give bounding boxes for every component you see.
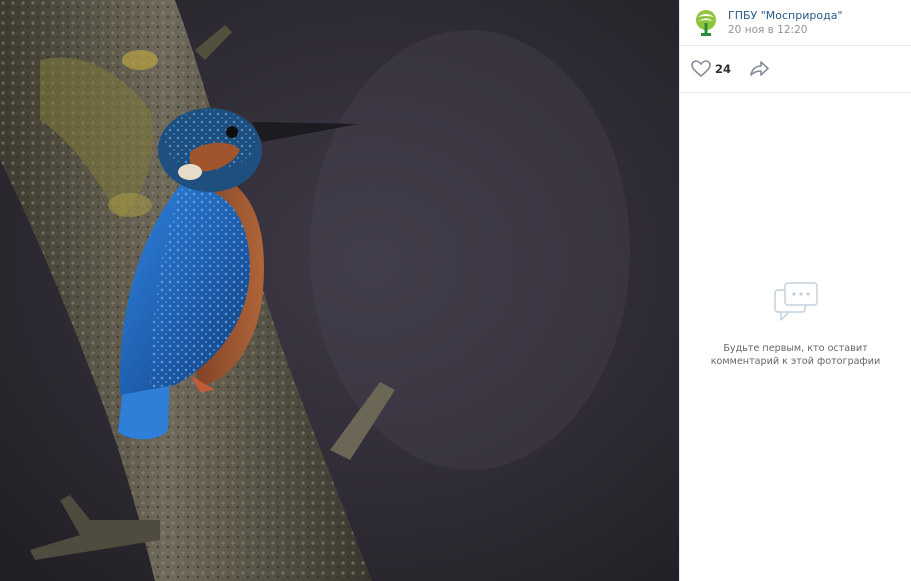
post-author-block: ГПБУ "Мосприрода" 20 ноя в 12:20	[680, 0, 911, 46]
author-text: ГПБУ "Мосприрода" 20 ноя в 12:20	[728, 8, 843, 38]
like-count: 24	[715, 62, 732, 76]
side-panel: ГПБУ "Мосприрода" 20 ноя в 12:20 24 Будь…	[679, 0, 911, 581]
mospriroda-logo-icon[interactable]	[694, 9, 718, 37]
photo-viewer: ГПБУ "Мосприрода" 20 ноя в 12:20 24 Будь…	[0, 0, 911, 581]
empty-comments-text: Будьте первым, кто оставит комментарий к…	[680, 342, 911, 368]
share-arrow-icon	[750, 61, 769, 76]
heart-icon	[691, 60, 711, 78]
empty-comments-line2: комментарий к этой фотографии	[710, 356, 881, 367]
share-button[interactable]	[749, 60, 769, 78]
empty-comments-placeholder: Будьте первым, кто оставит комментарий к…	[680, 280, 911, 368]
empty-comments-line1: Будьте первым, кто оставит	[723, 343, 868, 354]
like-button[interactable]: 24	[691, 60, 731, 78]
comment-bubbles-icon	[773, 282, 818, 321]
photo[interactable]	[0, 0, 679, 581]
post-date-link[interactable]: 20 ноя в 12:20	[728, 23, 843, 38]
author-name-link[interactable]: ГПБУ "Мосприрода"	[728, 8, 843, 23]
post-actions: 24	[680, 46, 911, 93]
kingfisher-photo	[0, 0, 679, 581]
